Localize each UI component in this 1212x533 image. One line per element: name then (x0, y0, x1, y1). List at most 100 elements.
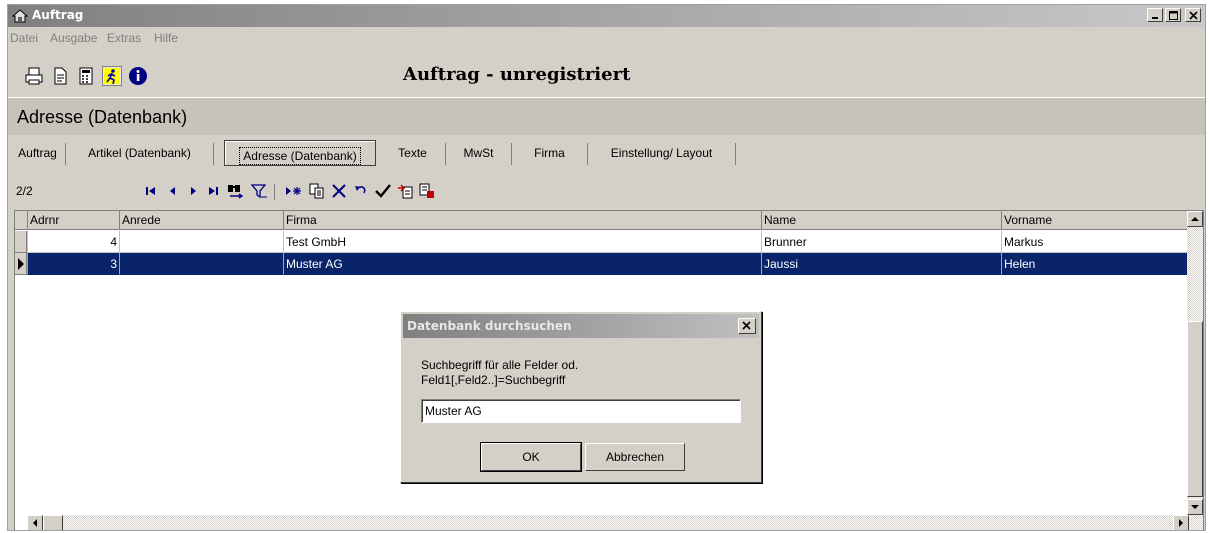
horizontal-scrollbar[interactable] (27, 515, 1189, 530)
next-record-icon (191, 187, 196, 195)
row-selector-header (15, 211, 27, 230)
running-man-icon[interactable] (102, 66, 122, 86)
window-title: Auftrag (32, 8, 84, 22)
tab-einstellung[interactable]: Einstellung/ Layout (588, 143, 736, 165)
arrow-right-icon (1179, 519, 1183, 527)
last-record-button[interactable] (204, 182, 222, 200)
tab-bar: Auftrag Artikel (Datenbank) Adresse (Dat… (8, 139, 1205, 169)
section-header: Adresse (Datenbank) (8, 97, 1205, 135)
first-record-icon (146, 187, 155, 195)
table-row[interactable]: 4 Test GmbH Brunner Markus (15, 231, 1189, 253)
save-button[interactable] (374, 182, 392, 200)
checkmark-icon (375, 184, 391, 198)
tab-mwst[interactable]: MwSt (446, 143, 512, 165)
previous-record-button[interactable] (164, 182, 182, 200)
column-header-firma[interactable]: Firma (283, 211, 761, 230)
column-header-anrede[interactable]: Anrede (119, 211, 283, 230)
title-bar[interactable]: Auftrag (8, 5, 1205, 27)
cell-name[interactable]: Brunner (761, 231, 1001, 253)
current-row-arrow-icon (18, 258, 24, 270)
tab-artikel[interactable]: Artikel (Datenbank) (66, 143, 214, 165)
import-button[interactable] (396, 182, 414, 200)
tab-firma[interactable]: Firma (512, 143, 588, 165)
new-record-icon (286, 187, 301, 195)
column-header-name[interactable]: Name (761, 211, 1001, 230)
minimize-icon (1152, 17, 1158, 19)
table-row[interactable]: 3 Muster AG Jaussi Helen (15, 253, 1189, 275)
menu-extras[interactable]: Extras (107, 31, 141, 45)
info-icon[interactable] (128, 66, 148, 86)
dialog-prompt: Suchbegriff für alle Felder od. Feld1[,F… (421, 358, 578, 388)
column-header-vorname[interactable]: Vorname (1001, 211, 1189, 230)
cell-anrede[interactable] (119, 253, 283, 275)
menu-hilfe[interactable]: Hilfe (154, 31, 178, 45)
document-icon[interactable] (50, 66, 70, 86)
tab-auftrag[interactable]: Auftrag (10, 143, 66, 165)
app-icon (11, 8, 29, 24)
cell-anrede[interactable] (119, 231, 283, 253)
tab-texte[interactable]: Texte (380, 143, 446, 165)
find-button[interactable] (226, 182, 244, 200)
column-header-adrnr[interactable]: Adrnr (27, 211, 119, 230)
cell-vorname[interactable]: Markus (1001, 231, 1189, 253)
maximize-icon (1169, 11, 1178, 20)
find-icon (228, 185, 244, 199)
copy-button[interactable] (308, 182, 326, 200)
menu-datei[interactable]: Datei (10, 31, 38, 45)
cell-adrnr[interactable]: 3 (27, 253, 119, 275)
record-navigator: 2/2 (8, 178, 1205, 204)
row-selector[interactable] (15, 231, 27, 253)
dialog-title: Datenbank durchsuchen (407, 319, 572, 333)
search-input[interactable]: Muster AG (421, 399, 741, 423)
cell-adrnr[interactable]: 4 (27, 231, 119, 253)
calculator-icon[interactable] (76, 66, 96, 86)
import-icon (398, 184, 413, 199)
dialog-close-button[interactable] (738, 318, 756, 334)
printer-icon[interactable] (24, 66, 44, 86)
ok-button[interactable]: OK (480, 442, 582, 472)
search-dialog: Datenbank durchsuchen Suchbegriff für al… (400, 311, 762, 483)
previous-record-icon (170, 187, 175, 195)
arrow-left-icon (33, 519, 37, 527)
cell-vorname[interactable]: Helen (1001, 253, 1189, 275)
export-icon (419, 183, 434, 198)
menu-ausgabe[interactable]: Ausgabe (50, 31, 97, 45)
undo-icon (355, 186, 366, 194)
cell-firma[interactable]: Muster AG (283, 253, 761, 275)
new-record-button[interactable] (284, 182, 302, 200)
first-record-button[interactable] (142, 182, 160, 200)
arrow-down-icon (1191, 505, 1199, 509)
cell-name[interactable]: Jaussi (761, 253, 1001, 275)
last-record-icon (209, 187, 218, 195)
delete-button[interactable] (330, 182, 348, 200)
undo-button[interactable] (352, 182, 370, 200)
grid-header: Adrnr Anrede Firma Name Vorname (15, 211, 1189, 230)
minimize-button[interactable] (1147, 8, 1163, 22)
scroll-left-button[interactable] (27, 515, 43, 530)
filter-icon (250, 184, 267, 199)
cell-firma[interactable]: Test GmbH (283, 231, 761, 253)
vertical-scrollbar[interactable] (1187, 211, 1203, 530)
app-heading: Auftrag - unregistriert (403, 64, 631, 85)
vertical-scroll-thumb[interactable] (1187, 321, 1203, 497)
horizontal-scroll-thumb[interactable] (43, 515, 63, 530)
copy-icon (309, 183, 324, 199)
maximize-button[interactable] (1165, 8, 1181, 22)
tab-adresse[interactable]: Adresse (Datenbank) (224, 140, 376, 166)
scroll-right-button[interactable] (1173, 515, 1189, 530)
menu-bar: Datei Ausgabe Extras Hilfe (8, 28, 1205, 48)
export-button[interactable] (418, 182, 436, 200)
dialog-title-bar[interactable]: Datenbank durchsuchen (403, 314, 759, 338)
scroll-down-button[interactable] (1187, 499, 1203, 515)
close-button[interactable] (1185, 8, 1201, 22)
close-icon (1189, 11, 1198, 20)
cancel-button[interactable]: Abbrechen (585, 443, 685, 471)
scroll-up-button[interactable] (1187, 211, 1203, 227)
filter-button[interactable] (250, 182, 268, 200)
dialog-prompt-line-1: Suchbegriff für alle Felder od. (421, 358, 579, 372)
section-title: Adresse (Datenbank) (17, 107, 188, 127)
row-selector[interactable] (15, 253, 27, 275)
next-record-button[interactable] (184, 182, 202, 200)
record-position: 2/2 (16, 184, 33, 198)
dialog-prompt-line-2: Feld1[,Feld2..]=Suchbegriff (421, 373, 566, 387)
